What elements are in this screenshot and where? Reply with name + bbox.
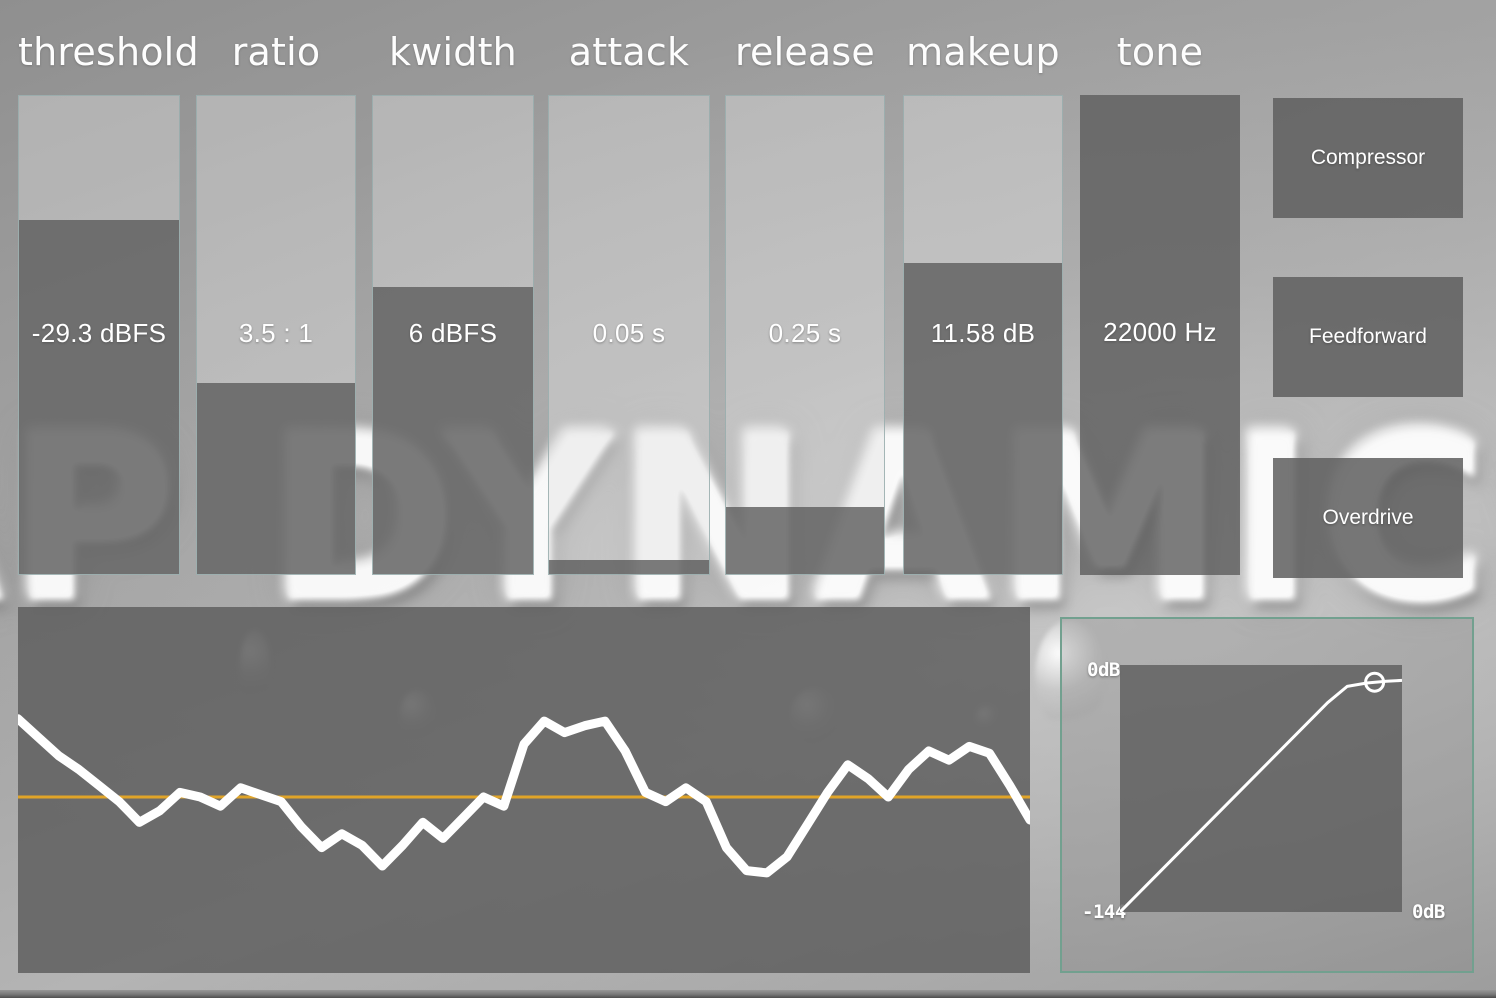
slider-ratio-fill <box>197 382 355 574</box>
curve-axis-top-label: 0dB <box>1087 659 1120 681</box>
waveform-display[interactable] <box>18 607 1030 973</box>
transfer-curve-svg <box>1120 671 1402 912</box>
slider-makeup[interactable]: 11.58 dB <box>903 95 1063 575</box>
label-release: release <box>735 30 875 74</box>
button-overdrive-label: Overdrive <box>1322 506 1414 529</box>
transfer-curve-line <box>1120 678 1402 912</box>
label-kwidth: kwidth <box>389 30 517 74</box>
slider-kwidth[interactable]: 6 dBFS <box>372 95 534 575</box>
label-tone: tone <box>1116 30 1204 74</box>
slider-kwidth-fill <box>373 287 533 574</box>
slider-release-value: 0.25 s <box>768 318 842 348</box>
button-compressor-label: Compressor <box>1310 146 1426 169</box>
slider-attack-fill <box>549 559 709 574</box>
slider-attack[interactable]: 0.05 s <box>548 95 710 575</box>
button-overdrive[interactable]: Overdrive <box>1273 458 1463 578</box>
window-bottom-edge <box>0 990 1496 998</box>
slider-threshold[interactable]: -29.3 dBFS <box>18 95 180 575</box>
plugin-window: AP DYNAMICS AP DYNAMICS threshold ratio … <box>0 0 1496 998</box>
curve-axis-right-label: 0dB <box>1412 901 1445 923</box>
slider-ratio[interactable]: 3.5 : 1 <box>196 95 356 575</box>
label-ratio: ratio <box>231 30 321 74</box>
slider-tone[interactable]: 22000 Hz <box>1080 95 1240 575</box>
button-feedforward-label: Feedforward <box>1309 325 1427 348</box>
waveform-svg <box>18 714 1030 878</box>
button-compressor[interactable]: Compressor <box>1273 98 1463 218</box>
slider-threshold-fill <box>19 220 179 574</box>
label-threshold: threshold <box>18 30 199 74</box>
transfer-curve-plot[interactable] <box>1120 665 1402 912</box>
label-attack: attack <box>568 30 690 74</box>
slider-ratio-value: 3.5 : 1 <box>238 318 314 348</box>
label-makeup: makeup <box>906 30 1060 74</box>
slider-release[interactable]: 0.25 s <box>725 95 885 575</box>
slider-tone-fill <box>1080 95 1240 575</box>
button-feedforward[interactable]: Feedforward <box>1273 277 1463 397</box>
slider-makeup-fill <box>904 263 1062 574</box>
slider-attack-value: 0.05 s <box>592 318 666 348</box>
transfer-curve-panel[interactable]: 0dB -144 0dB <box>1060 617 1474 973</box>
slider-release-fill <box>726 507 884 574</box>
